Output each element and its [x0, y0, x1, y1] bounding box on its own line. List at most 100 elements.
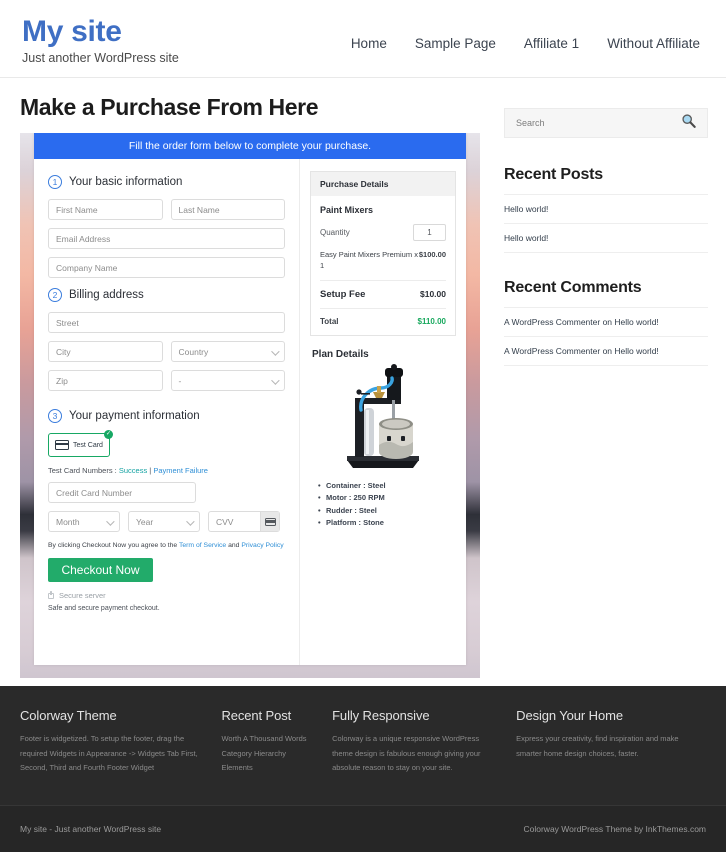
step-2-header: 2 Billing address [48, 288, 285, 302]
chevron-down-icon [106, 516, 115, 526]
cvv-card-icon [260, 512, 279, 531]
cvv-input[interactable]: CVV [208, 511, 280, 532]
quantity-input[interactable]: 1 [413, 224, 446, 241]
term-of-service-link[interactable]: Term of Service [179, 542, 226, 549]
chevron-down-icon [271, 346, 280, 356]
footer-theme-credit[interactable]: Colorway WordPress Theme by InkThemes.co… [524, 824, 707, 834]
nav-item-affiliate-1[interactable]: Affiliate 1 [524, 36, 579, 51]
test-number-success-link[interactable]: Success [119, 466, 147, 475]
purchase-details-body: Paint Mixers Quantity 1 Easy Paint Mixer… [311, 196, 455, 335]
step-1-number: 1 [48, 175, 62, 189]
step-3-number: 3 [48, 409, 62, 423]
footer-column-recent-post: Recent Post Worth A Thousand Words Categ… [221, 708, 332, 805]
terms-agreement-text: By clicking Checkout Now you agree to th… [48, 542, 285, 549]
footer-column-fully-responsive: Fully Responsive Colorway is a unique re… [332, 708, 516, 805]
last-name-input[interactable]: Last Name [170, 199, 285, 220]
nav-item-home[interactable]: Home [351, 36, 387, 51]
list-item[interactable]: Hello world! [504, 195, 708, 224]
test-card-numbers-line: Test Card Numbers : Success | Payment Fa… [48, 466, 285, 475]
brand-block: My site Just another WordPress site [22, 10, 179, 65]
list-item: Rudder : Steel [318, 505, 456, 518]
search-widget[interactable]: Search [504, 108, 708, 138]
list-item[interactable]: Category Hierarchy [221, 747, 316, 762]
total-row: Total $110.00 [320, 317, 446, 326]
search-icon[interactable] [681, 113, 696, 133]
step-2-label: Billing address [69, 289, 144, 301]
total-label: Total [320, 316, 339, 326]
footer-recent-post-list: Worth A Thousand Words Category Hierarch… [221, 732, 316, 776]
state-select[interactable]: - [170, 370, 285, 391]
step-3-label: Your payment information [69, 410, 200, 422]
zip-state-row: Zip - [48, 370, 285, 399]
list-item[interactable]: Worth A Thousand Words [221, 732, 316, 747]
footer-column-title: Fully Responsive [332, 708, 430, 723]
recent-posts-list: Hello world! Hello world! [504, 195, 708, 253]
product-title: Paint Mixers [320, 205, 374, 215]
zip-input[interactable]: Zip [48, 370, 163, 391]
test-numbers-prefix: Test Card Numbers : [48, 466, 119, 475]
expiry-month-select[interactable]: Month [48, 511, 120, 532]
email-input[interactable]: Email Address [48, 228, 285, 249]
expiry-month-value: Month [56, 516, 80, 527]
footer-column-title: Design Your Home [516, 708, 623, 723]
cvv-placeholder: CVV [216, 516, 234, 527]
footer-site-credit: My site - Just another WordPress site [20, 824, 162, 834]
footer-column-design-your-home: Design Your Home Express your creativity… [516, 708, 706, 805]
search-input[interactable]: Search [516, 118, 545, 128]
credit-card-number-input[interactable]: Credit Card Number [48, 482, 196, 503]
step-1-label: Your basic information [69, 176, 183, 188]
setup-fee-amount: $10.00 [420, 289, 446, 300]
chevron-down-icon [186, 516, 195, 526]
checkout-now-button[interactable]: Checkout Now [48, 558, 153, 582]
order-form-background: Fill the order form below to complete yo… [20, 133, 480, 678]
plan-product-image [310, 363, 456, 472]
city-input[interactable]: City [48, 341, 163, 362]
list-item: Platform : Stone [318, 517, 456, 530]
main-navigation: Home Sample Page Affiliate 1 Without Aff… [351, 10, 704, 51]
credit-card-icon [264, 517, 276, 526]
check-icon: ✓ [104, 430, 113, 439]
nav-item-without-affiliate[interactable]: Without Affiliate [607, 36, 700, 51]
country-select[interactable]: Country [170, 341, 285, 362]
safe-checkout-note: Safe and secure payment checkout. [48, 605, 160, 612]
list-item[interactable]: Elements [221, 761, 316, 776]
list-item[interactable]: A WordPress Commenter on Hello world! [504, 308, 708, 337]
site-header: My site Just another WordPress site Home… [0, 0, 726, 78]
footer-column-text: Express your creativity, find inspiratio… [516, 734, 679, 758]
plan-details-title: Plan Details [312, 348, 369, 360]
test-number-failure-link[interactable]: Payment Failure [153, 466, 208, 475]
site-title[interactable]: My site [22, 16, 179, 48]
page-title: Make a Purchase From Here [20, 94, 319, 120]
list-item: Container : Steel [318, 480, 456, 493]
expiry-year-value: Year [136, 516, 154, 527]
main-column: Make a Purchase From Here Fill the order… [20, 94, 480, 684]
footer-column-colorway-theme: Colorway Theme Footer is widgetized. To … [20, 708, 221, 805]
order-form-card: Fill the order form below to complete yo… [34, 133, 466, 665]
nav-item-sample-page[interactable]: Sample Page [415, 36, 496, 51]
sidebar: Search Recent Posts Hello world! Hello w… [504, 94, 708, 684]
form-right-column: Purchase Details Paint Mixers Quantity 1… [300, 159, 466, 665]
test-card-label: Test Card [73, 441, 103, 449]
footer-column-text: Footer is widgetized. To setup the foote… [20, 734, 198, 773]
company-name-input[interactable]: Company Name [48, 257, 285, 278]
street-input[interactable]: Street [48, 312, 285, 333]
test-card-option[interactable]: ✓ Test Card [48, 430, 113, 457]
setup-fee-label: Setup Fee [320, 288, 366, 300]
site-tagline: Just another WordPress site [22, 50, 179, 65]
footer-column-title: Colorway Theme [20, 708, 117, 723]
line-item-row: Easy Paint Mixers Premium x 1 $100.00 [320, 250, 446, 281]
list-item: Motor : 250 RPM [318, 492, 456, 505]
chevron-down-icon [271, 375, 280, 385]
list-item[interactable]: Hello world! [504, 224, 708, 253]
privacy-policy-link[interactable]: Privacy Policy [241, 542, 283, 549]
footer-column-text: Colorway is a unique responsive WordPres… [332, 734, 481, 773]
first-name-input[interactable]: First Name [48, 199, 163, 220]
recent-comments-list: A WordPress Commenter on Hello world! A … [504, 308, 708, 366]
content-wrapper: Make a Purchase From Here Fill the order… [0, 78, 726, 684]
list-item[interactable]: A WordPress Commenter on Hello world! [504, 337, 708, 366]
name-row: First Name Last Name [48, 199, 285, 228]
state-select-value: - [178, 375, 182, 386]
expiry-year-select[interactable]: Year [128, 511, 200, 532]
form-body: 1 Your basic information First Name Last… [34, 159, 466, 665]
city-country-row: City Country [48, 341, 285, 370]
